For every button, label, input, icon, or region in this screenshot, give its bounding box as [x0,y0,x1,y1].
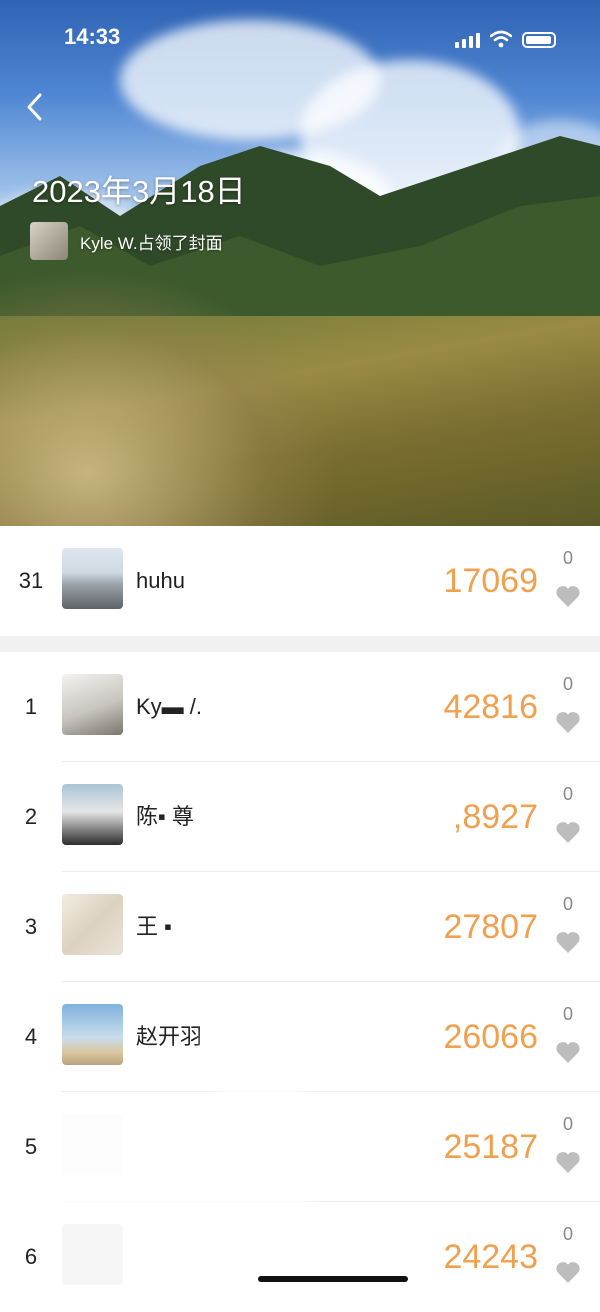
leaderboard-row[interactable]: 3 王 ▪ 27807 0 [0,872,600,982]
step-count: 27807 [443,908,538,946]
avatar[interactable] [62,674,123,735]
step-count: 25187 [443,1128,538,1166]
like-count: 0 [562,1224,573,1244]
rank-number: 6 [24,1244,38,1269]
rank-number: 31 [18,568,44,593]
privacy-smudge [200,1010,320,1100]
like-count: 0 [562,784,573,804]
avatar[interactable] [30,222,68,260]
page-title: 2023年3月18日 [32,174,246,209]
rank-number: 3 [24,914,38,939]
heart-icon[interactable] [555,930,581,954]
heart-icon[interactable] [555,1150,581,1174]
back-button[interactable] [24,92,44,122]
avatar[interactable] [62,1004,123,1065]
rank-number: 2 [24,804,38,829]
rank-number: 1 [24,694,38,719]
leaderboard-row[interactable]: 6 24243 0 [0,1202,600,1312]
user-name: 王 ▪ [136,914,172,939]
like-count: 0 [562,548,573,568]
heart-icon[interactable] [555,820,581,844]
step-count: ,8927 [452,798,538,836]
like-count: 0 [562,1004,573,1024]
avatar[interactable] [62,894,123,955]
privacy-smudge [40,1100,320,1210]
user-name: Ky▬ /. [136,694,203,719]
user-name: 陈▪ 尊 [136,804,194,829]
avatar[interactable] [62,1224,123,1285]
avatar[interactable] [62,784,123,845]
section-divider [0,636,600,652]
avatar[interactable] [62,548,123,609]
step-count: 42816 [443,688,538,726]
leaderboard-row[interactable]: 1 Ky▬ /. 42816 0 [0,652,600,762]
step-count: 26066 [443,1018,538,1056]
home-indicator[interactable] [258,1276,408,1282]
like-count: 0 [562,894,573,914]
cover-owner-text: Kyle W.占领了封面 [80,233,223,253]
leaderboard-row[interactable]: 2 陈▪ 尊 ,8927 0 [0,762,600,872]
my-rank-row[interactable]: 31 huhu 17069 0 [0,526,600,636]
battery-icon [522,32,556,48]
signal-icon [455,33,480,48]
heart-icon[interactable] [555,1260,581,1284]
heart-icon[interactable] [555,584,581,608]
wifi-icon [490,30,512,48]
like-count: 0 [562,674,573,694]
like-count: 0 [562,1114,573,1134]
user-name: 赵开羽 [136,1024,203,1049]
cover-owner[interactable]: Kyle W.占领了封面 [30,222,223,260]
user-name: huhu [136,568,185,593]
status-icons [455,30,556,48]
step-count: 17069 [443,562,538,600]
cover-image[interactable]: 14:33 2023年3月18日 Kyle W.占领了封面 [0,0,600,526]
rank-number: 4 [24,1024,38,1049]
heart-icon[interactable] [555,1040,581,1064]
heart-icon[interactable] [555,710,581,734]
step-count: 24243 [443,1238,538,1276]
status-time: 14:33 [64,24,121,49]
